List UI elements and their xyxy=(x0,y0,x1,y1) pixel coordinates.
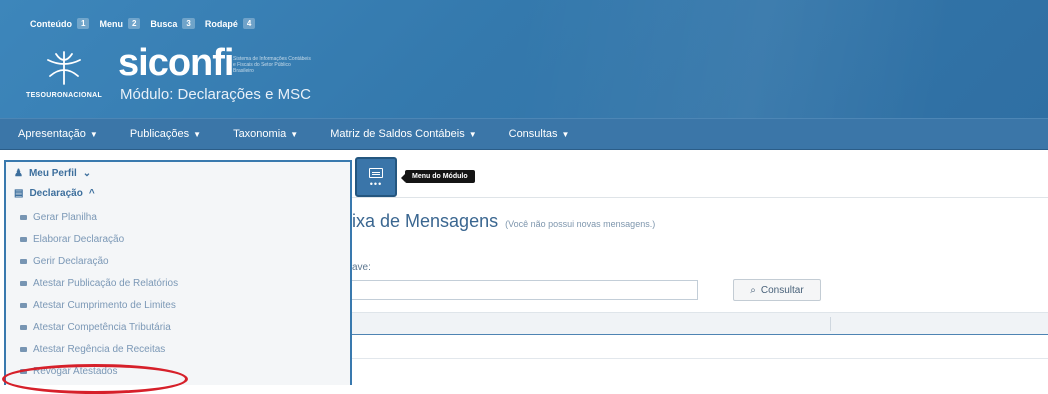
brand-logo[interactable]: siconfi xyxy=(118,42,234,85)
more-dots-icon: ••• xyxy=(369,178,383,189)
table-header-rule xyxy=(352,334,1048,335)
skip-link-menu[interactable]: Menu 2 xyxy=(99,18,141,29)
inbox-note: (Você não possui novas mensagens.) xyxy=(505,219,656,229)
sidebar-item-atestar-competencia[interactable]: Atestar Competência Tributária xyxy=(20,322,171,333)
sidebar-item-gerar-planilha[interactable]: Gerar Planilha xyxy=(20,212,97,223)
list-bullet-icon xyxy=(20,325,27,330)
chevron-down-icon: ⌄ xyxy=(82,168,92,179)
window-icon xyxy=(369,167,383,178)
module-sidebar: ♟ Meu Perfil ⌄ ▤ Declaração ^ Gerar Plan… xyxy=(4,160,352,385)
skip-links: Conteúdo 1 Menu 2 Busca 3 Rodapé 4 xyxy=(30,18,256,29)
site-header: Conteúdo 1 Menu 2 Busca 3 Rodapé 4 TESOU… xyxy=(0,0,1048,118)
skip-link-footer[interactable]: Rodapé 4 xyxy=(205,18,256,29)
list-bullet-icon xyxy=(20,237,27,242)
caret-down-icon: ▼ xyxy=(561,129,570,139)
sidebar-section-declaracao[interactable]: ▤ Declaração ^ xyxy=(14,188,95,199)
document-icon: ▤ xyxy=(14,188,24,199)
module-menu-tooltip: Menu do Módulo xyxy=(401,170,475,183)
key-field-label: ave: xyxy=(352,262,371,273)
table-row-rule xyxy=(352,358,1048,359)
list-bullet-icon xyxy=(20,215,27,220)
nav-item-matriz[interactable]: Matriz de Saldos Contábeis ▼ xyxy=(312,128,490,140)
inbox-title: ixa de Mensagens (Você não possui novas … xyxy=(352,211,656,231)
caret-down-icon: ▼ xyxy=(193,129,202,139)
nav-item-consultas[interactable]: Consultas ▼ xyxy=(491,128,584,140)
user-icon: ♟ xyxy=(14,168,23,179)
agency-name: TESOURONACIONAL xyxy=(26,92,103,99)
divider xyxy=(352,197,1048,198)
list-bullet-icon xyxy=(20,259,27,264)
chevron-up-icon: ^ xyxy=(88,188,95,199)
list-bullet-icon xyxy=(20,347,27,352)
list-bullet-icon xyxy=(20,281,27,286)
main-nav: Apresentação ▼ Publicações ▼ Taxonomia ▼… xyxy=(0,118,1048,150)
caret-down-icon: ▼ xyxy=(290,129,299,139)
column-divider xyxy=(830,317,831,331)
brand-description: Sistema de Informações Contábeis e Fisca… xyxy=(233,56,311,74)
module-title: Módulo: Declarações e MSC xyxy=(120,86,311,103)
nav-item-publicacoes[interactable]: Publicações ▼ xyxy=(112,128,215,140)
list-bullet-icon xyxy=(20,303,27,308)
sidebar-item-atestar-regencia[interactable]: Atestar Regência de Receitas xyxy=(20,344,165,355)
caret-down-icon: ▼ xyxy=(468,129,477,139)
sidebar-profile-toggle[interactable]: ♟ Meu Perfil ⌄ xyxy=(14,168,91,179)
nav-item-apresentacao[interactable]: Apresentação ▼ xyxy=(0,128,112,140)
module-menu-button[interactable]: ••• xyxy=(355,157,397,197)
highlight-circle xyxy=(2,364,188,394)
results-table-header xyxy=(352,312,1048,335)
sidebar-item-atestar-publicacao[interactable]: Atestar Publicação de Relatórios xyxy=(20,278,178,289)
sidebar-item-atestar-cumprimento[interactable]: Atestar Cumprimento de Limites xyxy=(20,300,176,311)
consult-button[interactable]: ⌕ Consultar xyxy=(733,279,821,301)
sidebar-item-elaborar-declaracao[interactable]: Elaborar Declaração xyxy=(20,234,124,245)
skip-link-content[interactable]: Conteúdo 1 xyxy=(30,18,90,29)
key-input[interactable] xyxy=(352,280,698,300)
sidebar-item-gerir-declaracao[interactable]: Gerir Declaração xyxy=(20,256,109,267)
tesouro-logo-icon xyxy=(47,51,81,85)
nav-item-taxonomia[interactable]: Taxonomia ▼ xyxy=(215,128,312,140)
search-icon: ⌕ xyxy=(750,284,756,296)
header-decoration xyxy=(520,0,1048,118)
caret-down-icon: ▼ xyxy=(89,129,98,139)
skip-link-search[interactable]: Busca 3 xyxy=(150,18,195,29)
